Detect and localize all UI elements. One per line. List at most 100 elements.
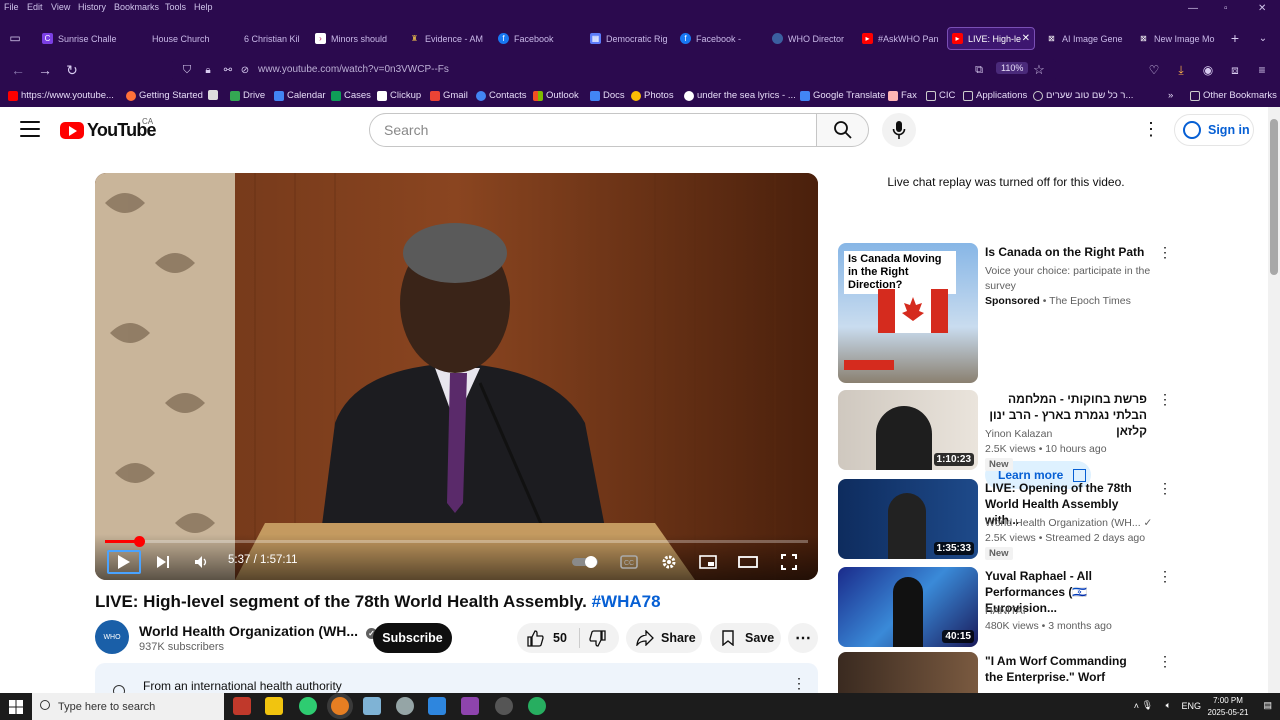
notifications-icon[interactable]: ▤: [1263, 700, 1272, 711]
captions-button[interactable]: CC: [617, 550, 641, 574]
menu-edit[interactable]: Edit: [27, 2, 43, 12]
recommendation-item[interactable]: "I Am Worf Commanding the Enterprise." W…: [838, 652, 1174, 693]
bookmark-calendar[interactable]: Calendar: [274, 90, 326, 101]
video-player[interactable]: 5:37 / 1:57:11 CC: [95, 173, 818, 580]
tab-live-high-level[interactable]: ▸ LIVE: High-le ✕: [947, 27, 1035, 50]
description-box[interactable]: From an international health authority ⋮: [95, 663, 818, 693]
share-button[interactable]: Share: [626, 623, 702, 653]
file-explorer-icon[interactable]: [265, 697, 283, 715]
menu-view[interactable]: View: [51, 2, 70, 12]
bookmark-getting-started[interactable]: Getting Started: [126, 90, 203, 101]
bookmark-under-the-sea[interactable]: under the sea lyrics - ...: [684, 90, 796, 101]
menu-bookmarks[interactable]: Bookmarks: [114, 2, 159, 12]
progress-bar[interactable]: [105, 536, 808, 547]
url-text[interactable]: www.youtube.com/watch?v=0n3VWCP--Fs: [258, 64, 449, 75]
voice-search-button[interactable]: [882, 113, 916, 147]
bookmark-applications[interactable]: Applications: [963, 90, 1027, 101]
bookmark-translate[interactable]: Google Translate: [800, 90, 885, 101]
channel-avatar[interactable]: WHO: [95, 620, 129, 654]
bookmark-fax[interactable]: Fax: [888, 90, 917, 101]
recommendation-item[interactable]: 1:10:23 פרשת בחוקותי - המלחמה הבלתי נגמר…: [838, 390, 1174, 471]
video-thumbnail[interactable]: [838, 652, 978, 693]
recommendation-item[interactable]: 40:15 Yuval Raphael - All Performances (…: [838, 567, 1174, 647]
notepad-icon[interactable]: [363, 697, 381, 715]
list-tabs-icon[interactable]: ⌄: [1254, 29, 1272, 47]
bookmark-gmail[interactable]: Gmail: [430, 90, 468, 101]
picture-in-picture-icon[interactable]: ⧉: [970, 61, 988, 79]
language-indicator[interactable]: ENG: [1181, 701, 1201, 711]
firefox-icon[interactable]: [331, 697, 349, 715]
save-button[interactable]: Save: [710, 623, 781, 653]
bookmark-star-icon[interactable]: ☆: [1030, 61, 1048, 79]
app-icon[interactable]: [428, 697, 446, 715]
app-icon[interactable]: [495, 697, 513, 715]
shield-icon[interactable]: ⛉: [178, 61, 196, 79]
close-tab-icon[interactable]: ✕: [1022, 33, 1030, 44]
microphone-icon[interactable]: 🎙︎: [1142, 700, 1153, 711]
lock-icon[interactable]: 🔒︎: [199, 61, 217, 79]
menu-tools[interactable]: Tools: [165, 2, 186, 12]
volume-icon[interactable]: 🔈︎: [1166, 700, 1171, 711]
permissions-icon[interactable]: ⚯: [219, 61, 237, 79]
more-bookmarks-icon[interactable]: »: [1168, 90, 1173, 101]
miniplayer-button[interactable]: [696, 550, 720, 574]
page-scrollbar[interactable]: [1268, 107, 1280, 693]
bookmark-contacts[interactable]: Contacts: [476, 90, 527, 101]
extensions-icon[interactable]: ⧈: [1226, 61, 1244, 79]
bookmark-other[interactable]: Other Bookmarks: [1190, 90, 1277, 101]
more-actions-icon[interactable]: ⋯: [788, 623, 818, 653]
bookmark-outlook[interactable]: Outlook: [533, 90, 579, 101]
clock-date[interactable]: 2025-05-21: [1205, 708, 1251, 717]
tab-new-image[interactable]: ⊠ New Image Mo: [1134, 27, 1228, 50]
maximize-icon[interactable]: ▫: [1224, 3, 1228, 14]
tab-who-director[interactable]: WHO Director: [768, 27, 862, 50]
play-button[interactable]: [107, 550, 141, 574]
app-menu-icon[interactable]: ≡: [1253, 61, 1271, 79]
fullscreen-button[interactable]: [777, 550, 801, 574]
tab-askwho[interactable]: ▸ #AskWHO Pan: [858, 27, 952, 50]
search-input[interactable]: Search: [369, 113, 817, 147]
sign-in-button[interactable]: Sign in: [1174, 114, 1254, 146]
start-button[interactable]: [0, 693, 32, 720]
settings-button[interactable]: [657, 550, 681, 574]
forward-icon[interactable]: →: [36, 61, 54, 79]
clock-time[interactable]: 7:00 PM: [1205, 696, 1251, 705]
bookmark-blank[interactable]: [208, 90, 221, 100]
minimize-icon[interactable]: —: [1188, 3, 1198, 14]
acrobat-icon[interactable]: [233, 697, 251, 715]
tab-christian[interactable]: 6 Christian Kil: [224, 27, 318, 50]
next-button[interactable]: [151, 550, 175, 574]
recommendation-menu-icon[interactable]: ⋮: [1158, 653, 1172, 670]
hamburger-menu-icon[interactable]: [20, 121, 40, 137]
autoplay-blocked-icon[interactable]: ⊘: [236, 61, 254, 79]
chrome-icon[interactable]: [299, 697, 317, 715]
new-tab-icon[interactable]: +: [1226, 29, 1244, 47]
more-options-icon[interactable]: ⋮: [1142, 120, 1160, 140]
recommendation-item[interactable]: 1:35:33 LIVE: Opening of the 78th World …: [838, 479, 1174, 560]
tab-overview-icon[interactable]: ▭: [6, 29, 24, 47]
bookmark-drive[interactable]: Drive: [230, 90, 265, 101]
channel-name[interactable]: World Health Organization (WH... ✓: [139, 623, 377, 639]
tab-sunrise[interactable]: C Sunrise Challe: [38, 27, 132, 50]
recommendation-menu-icon[interactable]: ⋮: [1158, 391, 1172, 408]
like-button[interactable]: 50: [517, 623, 567, 653]
bookmark-cic[interactable]: CIC: [926, 90, 955, 101]
tab-house-church[interactable]: House Church: [132, 27, 226, 50]
tab-minors[interactable]: › Minors should: [311, 27, 405, 50]
hashtag-link[interactable]: #WHA78: [592, 592, 661, 611]
account-icon[interactable]: ◉: [1199, 61, 1217, 79]
tab-evidence[interactable]: ♜ Evidence - AM: [405, 27, 499, 50]
subscribe-button[interactable]: Subscribe: [373, 623, 452, 653]
app-icon[interactable]: [396, 697, 414, 715]
app-icon[interactable]: [461, 697, 479, 715]
recommendation-menu-icon[interactable]: ⋮: [1158, 568, 1172, 585]
mute-button[interactable]: [189, 550, 213, 574]
dislike-button[interactable]: [580, 623, 606, 653]
pocket-icon[interactable]: ♡: [1145, 61, 1163, 79]
zoom-level[interactable]: 110%: [996, 62, 1029, 74]
downloads-icon[interactable]: ⤓: [1172, 61, 1190, 79]
bookmark-docs[interactable]: Docs: [590, 90, 625, 101]
tab-facebook-1[interactable]: f Facebook: [494, 27, 588, 50]
bookmark-photos[interactable]: Photos: [631, 90, 674, 101]
menu-history[interactable]: History: [78, 2, 106, 12]
